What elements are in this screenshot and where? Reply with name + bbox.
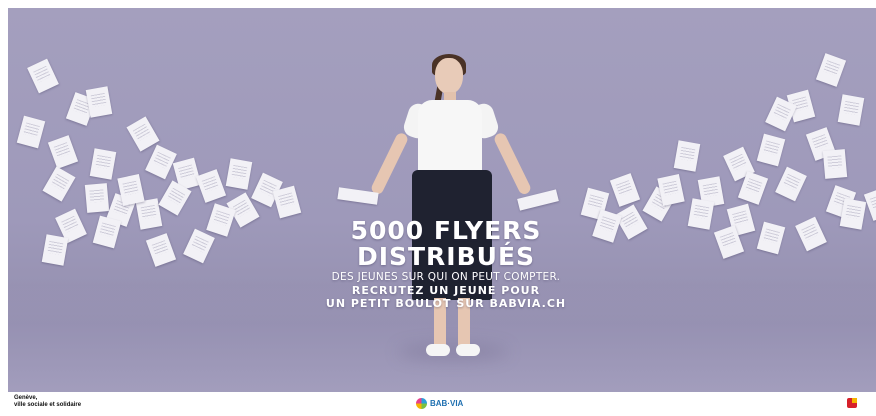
flyer-paper (609, 173, 641, 207)
flyer-paper (47, 135, 79, 169)
flyer-paper (756, 221, 786, 255)
flyer-paper (145, 144, 177, 180)
flyer-paper (126, 116, 160, 152)
flyer-paper (839, 198, 867, 230)
geneve-line1: Genève, (14, 395, 38, 401)
right-sneaker (456, 344, 480, 356)
woman-figure (369, 54, 538, 374)
flyer-paper (89, 148, 117, 180)
headline-subline: DES JEUNES SUR QUI ON PEUT COMPTER. (331, 271, 561, 283)
flyer-paper (84, 183, 110, 213)
left-arm (369, 131, 410, 196)
flyer-paper (41, 234, 69, 266)
white-tshirt (418, 100, 482, 174)
flyer-paper (815, 53, 847, 87)
flyer-paper (822, 149, 848, 179)
flyer-paper (225, 158, 253, 190)
geneve-line2: ville sociale et solidaire (14, 402, 82, 408)
left-sneaker (426, 344, 450, 356)
flyer-paper (117, 174, 145, 206)
flyer-paper (775, 166, 807, 202)
babvia-logo-text: BAB·VIA (430, 399, 464, 408)
headline-block: 5000 FLYERS DISTRIBUÉS DES JEUNES SUR QU… (308, 216, 584, 311)
flyer-paper (145, 233, 177, 267)
flyer-paper (183, 228, 215, 264)
cta-line1: RECRUTEZ UN JEUNE POUR (351, 284, 541, 297)
face (435, 58, 463, 94)
flyer-paper (42, 166, 76, 202)
flyer-paper (673, 140, 701, 172)
flyer-paper (195, 169, 227, 203)
flyer-paper (272, 185, 302, 219)
flyer-paper (795, 216, 827, 252)
cta-line2: UN PETIT BOULOT SUR BABVIA.CH (325, 297, 567, 310)
flyer-paper (657, 174, 685, 206)
right-arm (492, 131, 533, 196)
geneve-logo-text: Genève, ville sociale et solidaire (14, 395, 81, 409)
flyer-paper (85, 86, 113, 118)
city-logo-icon (847, 398, 857, 408)
flyer-paper (206, 203, 236, 237)
babvia-logo-icon (416, 398, 427, 409)
headline-line1: 5000 FLYERS (350, 216, 542, 245)
poster-image: 5000 FLYERS DISTRIBUÉS DES JEUNES SUR QU… (8, 8, 876, 392)
flyer-paper (687, 198, 715, 230)
flyer-paper (27, 58, 59, 94)
flyer-paper (16, 115, 46, 149)
flyer-paper (756, 133, 786, 167)
flyer-paper (837, 94, 865, 126)
babvia-logo: BAB·VIA (416, 398, 463, 409)
headline-line2: DISTRIBUÉS (356, 242, 536, 271)
flyer-paper (92, 215, 122, 249)
